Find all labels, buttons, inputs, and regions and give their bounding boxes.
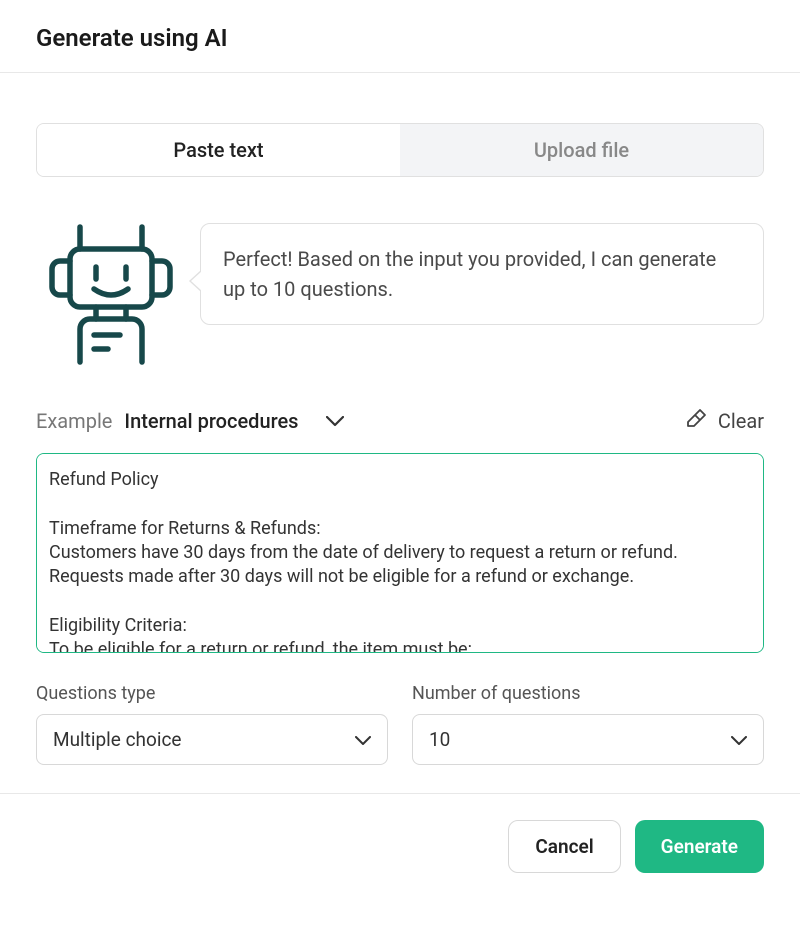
assistant-speech-bubble: Perfect! Based on the input you provided… xyxy=(200,223,764,325)
tab-upload-file[interactable]: Upload file xyxy=(400,124,763,176)
chevron-down-icon xyxy=(731,728,747,751)
input-textarea-wrap xyxy=(36,453,764,657)
questions-type-value: Multiple choice xyxy=(53,728,181,751)
number-of-questions-field: Number of questions 10 xyxy=(412,683,764,765)
number-of-questions-label: Number of questions xyxy=(412,683,764,704)
tab-paste-text-label: Paste text xyxy=(173,138,263,162)
cancel-button[interactable]: Cancel xyxy=(508,820,620,873)
input-mode-tabs: Paste text Upload file xyxy=(36,123,764,177)
questions-type-field: Questions type Multiple choice xyxy=(36,683,388,765)
modal-footer: Cancel Generate xyxy=(0,793,800,899)
options-row: Questions type Multiple choice Number of… xyxy=(36,683,764,765)
example-label: Example xyxy=(36,409,112,433)
example-row: Example Internal procedures Clear xyxy=(36,407,764,435)
eraser-icon xyxy=(684,407,708,435)
chevron-down-icon xyxy=(326,412,344,431)
modal-content: Paste text Upload file xyxy=(0,73,800,793)
chevron-down-icon xyxy=(355,728,371,751)
assistant-row: Perfect! Based on the input you provided… xyxy=(36,217,764,371)
generate-button-label: Generate xyxy=(661,835,738,858)
cancel-button-label: Cancel xyxy=(535,835,593,858)
robot-icon xyxy=(36,217,186,371)
tab-paste-text[interactable]: Paste text xyxy=(37,124,400,176)
clear-button[interactable]: Clear xyxy=(684,407,764,435)
number-of-questions-select[interactable]: 10 xyxy=(412,714,764,765)
modal-header: Generate using AI xyxy=(0,0,800,73)
questions-type-label: Questions type xyxy=(36,683,388,704)
clear-label: Clear xyxy=(718,409,764,433)
assistant-message: Perfect! Based on the input you provided… xyxy=(223,247,716,301)
questions-type-select[interactable]: Multiple choice xyxy=(36,714,388,765)
page-title: Generate using AI xyxy=(36,24,764,52)
example-selector[interactable]: Example Internal procedures xyxy=(36,409,344,433)
generate-button[interactable]: Generate xyxy=(635,820,764,873)
number-of-questions-value: 10 xyxy=(429,728,450,751)
tab-upload-file-label: Upload file xyxy=(534,138,629,162)
source-text-input[interactable] xyxy=(36,453,764,653)
example-value: Internal procedures xyxy=(124,409,298,433)
